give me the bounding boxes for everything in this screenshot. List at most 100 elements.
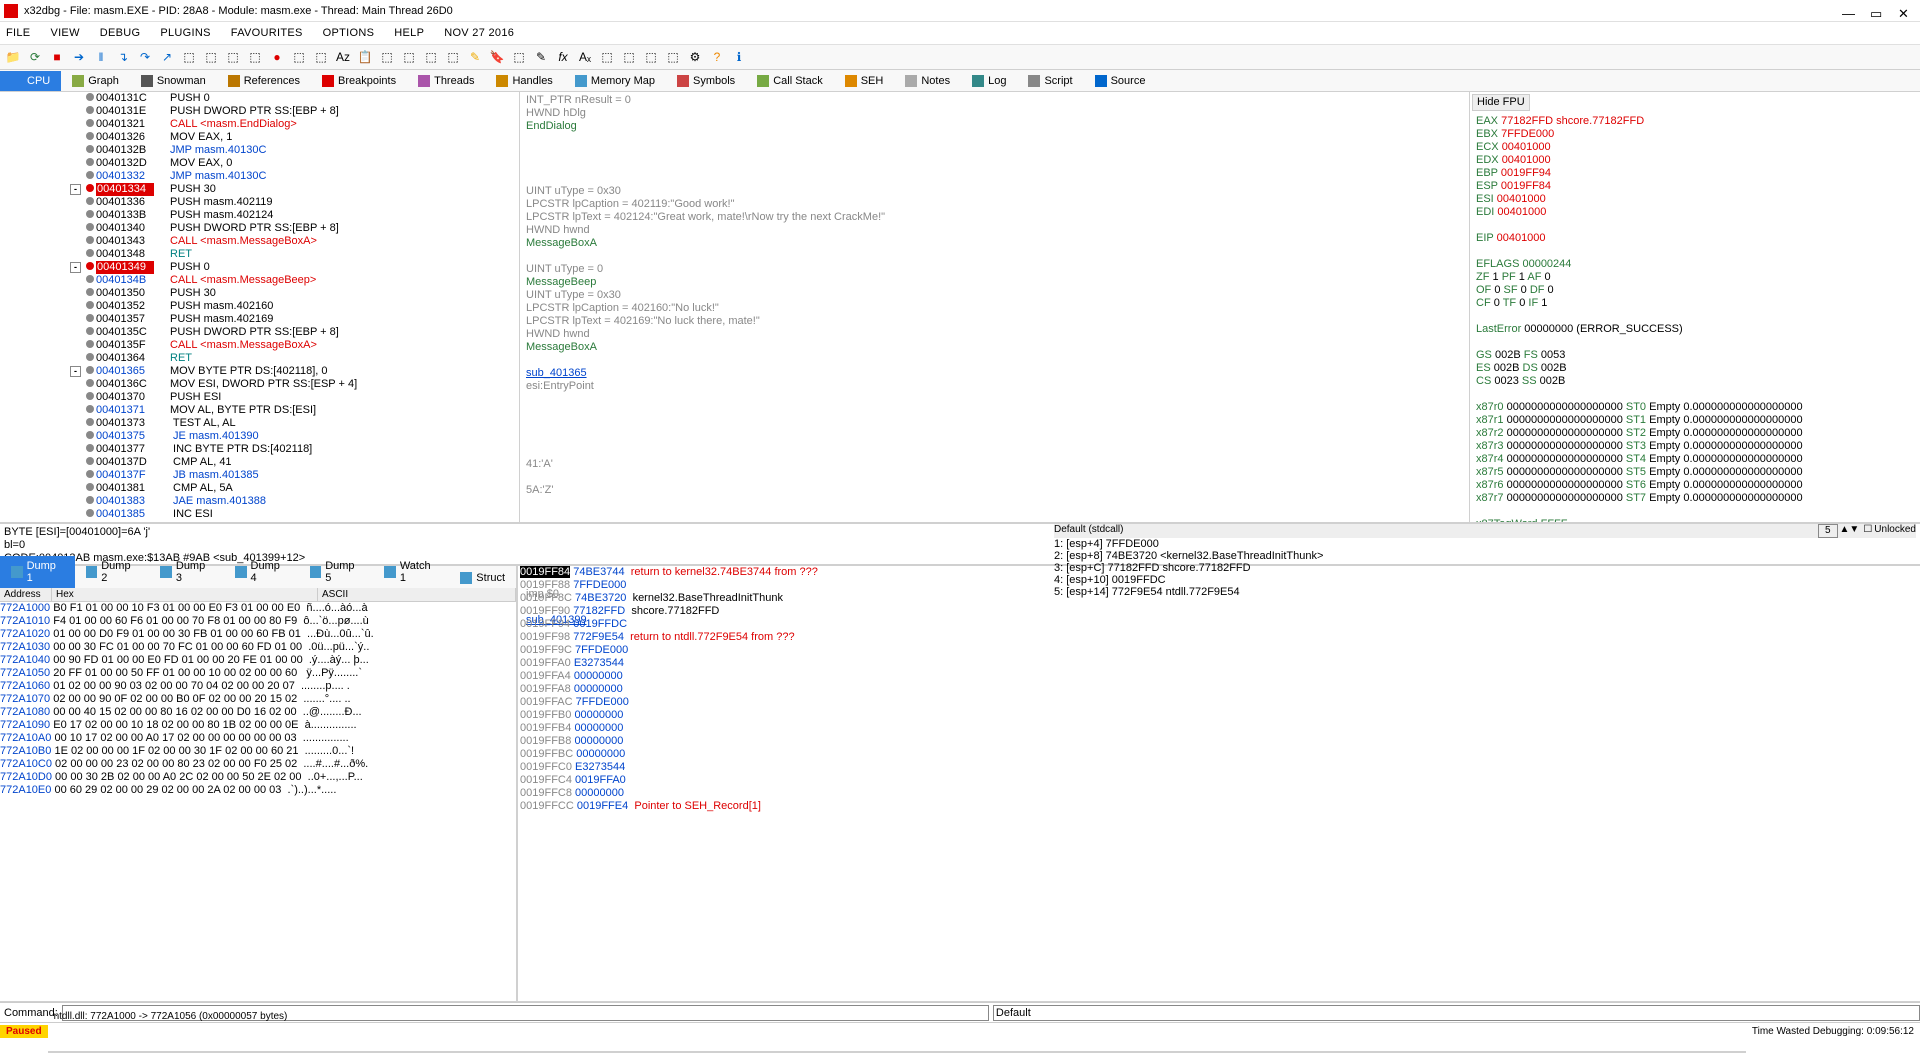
disasm-row[interactable]: 00401332 JMP masm.40130C: [0, 170, 519, 183]
toolbar-icon[interactable]: ⬚: [400, 48, 418, 66]
toolbar-icon[interactable]: ⬚: [620, 48, 638, 66]
disasm-row[interactable]: -00401334 PUSH 30: [0, 183, 519, 196]
disasm-row[interactable]: 0040133B PUSH masm.402124: [0, 209, 519, 222]
dump-row[interactable]: 772A10A0 00 10 17 02 00 00 A0 17 02 00 0…: [0, 732, 516, 745]
disasm-row[interactable]: 00401375 JE masm.401390: [0, 430, 519, 443]
dump-row[interactable]: 772A10D0 00 00 30 2B 02 00 00 A0 2C 02 0…: [0, 771, 516, 784]
run-icon[interactable]: ➔: [70, 48, 88, 66]
disasm-row[interactable]: 00401348 RET: [0, 248, 519, 261]
stack-row[interactable]: 0019FFAC 7FFDE000: [520, 696, 1920, 709]
stack-row[interactable]: 0019FFC0 E3273544: [520, 761, 1920, 774]
tab-symbols[interactable]: Symbols: [666, 71, 746, 91]
disasm-row[interactable]: 00401364 RET: [0, 352, 519, 365]
toolbar-icon[interactable]: ⬚: [642, 48, 660, 66]
toolbar-icon[interactable]: ⬚: [290, 48, 308, 66]
tab-log[interactable]: Log: [961, 71, 1017, 91]
stack-row[interactable]: 0019FF90 77182FFD shcore.77182FFD: [520, 605, 1920, 618]
toolbar-icon[interactable]: ●: [268, 48, 286, 66]
dump-row[interactable]: 772A1090 E0 17 02 00 00 10 18 02 00 00 8…: [0, 719, 516, 732]
col-ascii[interactable]: ASCII: [318, 588, 516, 601]
stack-row[interactable]: 0019FF8C 74BE3720 kernel32.BaseThreadIni…: [520, 592, 1920, 605]
toolbar-icon[interactable]: ⬚: [378, 48, 396, 66]
disasm-row[interactable]: 00401370 PUSH ESI: [0, 391, 519, 404]
toolbar-icon[interactable]: ⬚: [664, 48, 682, 66]
calling-convention[interactable]: Default (stdcall): [1054, 524, 1818, 538]
toolbar-icon[interactable]: Az: [334, 48, 352, 66]
menu-plugins[interactable]: PLUGINS: [160, 27, 210, 39]
tab-memory-map[interactable]: Memory Map: [564, 71, 666, 91]
info-icon[interactable]: ℹ: [730, 48, 748, 66]
disasm-row[interactable]: 0040137D CMP AL, 41: [0, 456, 519, 469]
tab-graph[interactable]: Graph: [61, 71, 130, 91]
minimize-button[interactable]: —: [1842, 6, 1852, 16]
stack-row[interactable]: 0019FFC4 0019FFA0: [520, 774, 1920, 787]
disasm-row[interactable]: 0040135F CALL <masm.MessageBoxA>: [0, 339, 519, 352]
restart-icon[interactable]: ⟳: [26, 48, 44, 66]
disasm-row[interactable]: 0040131C PUSH 0: [0, 92, 519, 105]
toolbar-icon[interactable]: ⬚: [224, 48, 242, 66]
help-icon[interactable]: ?: [708, 48, 726, 66]
dump-row[interactable]: 772A1070 02 00 00 90 0F 02 00 00 B0 0F 0…: [0, 693, 516, 706]
disasm-row[interactable]: 0040135C PUSH DWORD PTR SS:[EBP + 8]: [0, 326, 519, 339]
dump-row[interactable]: 772A1050 20 FF 01 00 00 50 FF 01 00 00 1…: [0, 667, 516, 680]
disasm-row[interactable]: 0040131E PUSH DWORD PTR SS:[EBP + 8]: [0, 105, 519, 118]
dump-tab-6[interactable]: Struct: [449, 568, 516, 588]
col-address[interactable]: Address: [0, 588, 52, 601]
dump-row[interactable]: 772A10C0 02 00 00 00 23 02 00 00 80 23 0…: [0, 758, 516, 771]
disasm-row[interactable]: 00401357 PUSH masm.402169: [0, 313, 519, 326]
disassembly-view[interactable]: 0040131C PUSH 00040131E PUSH DWORD PTR S…: [0, 92, 520, 522]
disasm-row[interactable]: 00401352 PUSH masm.402160: [0, 300, 519, 313]
dump-tab-1[interactable]: Dump 2: [75, 556, 150, 588]
disasm-row[interactable]: -00401349 PUSH 0: [0, 261, 519, 274]
tab-breakpoints[interactable]: Breakpoints: [311, 71, 407, 91]
disasm-row[interactable]: 00401326 MOV EAX, 1: [0, 131, 519, 144]
stack-row[interactable]: 0019FFBC 00000000: [520, 748, 1920, 761]
dump-row[interactable]: 772A1080 00 00 40 15 02 00 00 80 16 02 0…: [0, 706, 516, 719]
tab-notes[interactable]: Notes: [894, 71, 961, 91]
disasm-row[interactable]: 0040136C MOV ESI, DWORD PTR SS:[ESP + 4]: [0, 378, 519, 391]
disasm-row[interactable]: 00401350 PUSH 30: [0, 287, 519, 300]
dump-body[interactable]: 772A1000 B0 F1 01 00 00 10 F3 01 00 00 E…: [0, 602, 516, 1001]
close-button[interactable]: ✕: [1898, 6, 1908, 16]
registers-view[interactable]: Hide FPU EAX 77182FFD shcore.77182FFDEBX…: [1470, 92, 1920, 522]
stack-row[interactable]: 0019FF9C 7FFDE000: [520, 644, 1920, 657]
disasm-row[interactable]: 0040137F JB masm.401385: [0, 469, 519, 482]
disasm-row[interactable]: 0040132B JMP masm.40130C: [0, 144, 519, 157]
menu-debug[interactable]: DEBUG: [100, 27, 141, 39]
disasm-row[interactable]: 00401336 PUSH masm.402119: [0, 196, 519, 209]
stack-row[interactable]: 0019FF94 0019FFDC: [520, 618, 1920, 631]
stack-row[interactable]: 0019FFA4 00000000: [520, 670, 1920, 683]
dump-tab-2[interactable]: Dump 3: [149, 556, 224, 588]
tab-seh[interactable]: SEH: [834, 71, 895, 91]
stepover-icon[interactable]: ↷: [136, 48, 154, 66]
stack-row[interactable]: 0019FF84 74BE3744 return to kernel32.74B…: [520, 566, 1920, 579]
stack-row[interactable]: 0019FFC8 00000000: [520, 787, 1920, 800]
stack-row[interactable]: 0019FFB4 00000000: [520, 722, 1920, 735]
toolbar-icon[interactable]: 📋: [356, 48, 374, 66]
disasm-row[interactable]: 00401386 JMP masm.401371: [0, 521, 519, 522]
stack-row[interactable]: 0019FF88 7FFDE000: [520, 579, 1920, 592]
menu-help[interactable]: HELP: [394, 27, 424, 39]
stack-row[interactable]: 0019FFB8 00000000: [520, 735, 1920, 748]
stack-row[interactable]: 0019FFCC 0019FFE4 Pointer to SEH_Record[…: [520, 800, 1920, 813]
fx-icon[interactable]: fx: [554, 48, 572, 66]
disasm-row[interactable]: 0040132D MOV EAX, 0: [0, 157, 519, 170]
dump-row[interactable]: 772A1040 00 90 FD 01 00 00 E0 FD 01 00 0…: [0, 654, 516, 667]
toolbar-icon[interactable]: ⬚: [202, 48, 220, 66]
stack-row[interactable]: 0019FF98 772F9E54 return to ntdll.772F9E…: [520, 631, 1920, 644]
disasm-row[interactable]: 00401381 CMP AL, 5A: [0, 482, 519, 495]
menu-view[interactable]: VIEW: [50, 27, 79, 39]
pause-icon[interactable]: ‖: [92, 48, 110, 66]
stepinto-icon[interactable]: ↴: [114, 48, 132, 66]
stepout-icon[interactable]: ↗: [158, 48, 176, 66]
toolbar-icon[interactable]: ✎: [532, 48, 550, 66]
tab-script[interactable]: Script: [1017, 71, 1083, 91]
stack-row[interactable]: 0019FFA8 00000000: [520, 683, 1920, 696]
toolbar-icon[interactable]: ✎: [466, 48, 484, 66]
menu-file[interactable]: FILE: [6, 27, 30, 39]
dump-row[interactable]: 772A1060 01 02 00 00 90 03 02 00 00 70 0…: [0, 680, 516, 693]
dump-row[interactable]: 772A1010 F4 01 00 00 60 F6 01 00 00 70 F…: [0, 615, 516, 628]
disasm-row[interactable]: 00401373 TEST AL, AL: [0, 417, 519, 430]
dump-tab-0[interactable]: Dump 1: [0, 556, 75, 588]
toolbar-icon[interactable]: ⬚: [510, 48, 528, 66]
